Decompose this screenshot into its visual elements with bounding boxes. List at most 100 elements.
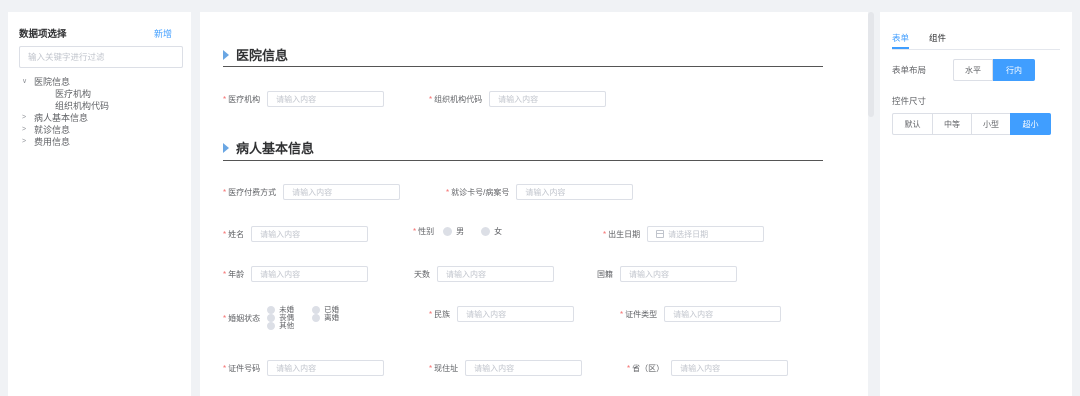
field-label: 省（区） xyxy=(632,363,665,373)
days-input[interactable]: 请输入内容 xyxy=(437,266,554,282)
field-label: 国籍 xyxy=(597,269,613,279)
section-title-hospital: 医院信息 xyxy=(223,45,288,64)
size-mini-button[interactable]: 超小 xyxy=(1010,113,1051,135)
chevron-right-icon: > xyxy=(22,126,27,133)
gender-radio-male[interactable]: 男 xyxy=(443,226,464,237)
tab-form[interactable]: 表单 xyxy=(892,32,910,49)
org-input[interactable]: 请输入内容 xyxy=(267,91,385,107)
field-label: 出生日期 xyxy=(608,229,641,239)
layout-horizontal-button[interactable]: 水平 xyxy=(953,59,993,81)
field-marriage: * 婚姻状态 未婚 已婚 丧偶 离婚 其他 xyxy=(223,306,347,330)
field-label: 证件号码 xyxy=(228,363,261,373)
card-no-input[interactable]: 请输入内容 xyxy=(516,184,634,200)
birth-date-picker[interactable]: 请选择日期 xyxy=(647,226,765,242)
field-label: 年龄 xyxy=(228,269,245,279)
field-province: * 省（区） 请输入内容 xyxy=(627,360,789,376)
field-label: 就诊卡号/病案号 xyxy=(451,187,510,197)
field-card-no: * 就诊卡号/病案号 请输入内容 xyxy=(446,184,634,200)
pay-method-input[interactable]: 请输入内容 xyxy=(283,184,401,200)
filter-input[interactable]: 输入关键字进行过滤 xyxy=(19,46,183,68)
size-default-button[interactable]: 默认 xyxy=(892,113,933,135)
tree-node-patient-info[interactable]: > 病人基本信息 xyxy=(19,112,180,124)
field-age: * 年龄 请输入内容 xyxy=(223,266,369,282)
radio-label: 其他 xyxy=(279,321,295,330)
radio-icon xyxy=(267,306,276,314)
marriage-radio-other[interactable]: 其他 xyxy=(267,322,312,330)
add-button[interactable]: 新增 xyxy=(154,27,172,40)
province-input[interactable]: 请输入内容 xyxy=(671,360,789,376)
size-medium-button[interactable]: 中等 xyxy=(932,113,972,135)
property-tabs: 表单 组件 xyxy=(892,32,1060,50)
radio-icon xyxy=(312,306,321,314)
tree-node-org-code[interactable]: 组织机构代码 xyxy=(19,100,180,112)
section-divider xyxy=(223,160,823,161)
field-ethnic: * 民族 请输入内容 xyxy=(429,306,575,322)
tree-node-fee-info[interactable]: > 费用信息 xyxy=(19,136,180,148)
layout-setting: 表单布局 水平 行内 xyxy=(892,59,1060,81)
panel-title: 数据项选择 xyxy=(19,29,67,40)
field-birth: * 出生日期 请选择日期 xyxy=(603,226,765,242)
field-pay-method: * 医疗付费方式 请输入内容 xyxy=(223,184,401,200)
field-gender: * 性别 男 女 xyxy=(413,226,503,237)
field-label: 婚姻状态 xyxy=(228,313,261,323)
tree-node-org[interactable]: 医疗机构 xyxy=(19,88,180,100)
layout-label: 表单布局 xyxy=(892,65,927,75)
tree-node-label: 费用信息 xyxy=(34,137,71,147)
radio-icon xyxy=(443,227,453,236)
field-label: 民族 xyxy=(434,309,451,319)
age-input[interactable]: 请输入内容 xyxy=(251,266,369,282)
tree-node-label: 医院信息 xyxy=(34,77,71,87)
field-label: 天数 xyxy=(414,269,430,279)
tree-node-label: 病人基本信息 xyxy=(34,113,89,123)
form-scrollbar[interactable] xyxy=(868,12,874,117)
marriage-radio-group: 未婚 已婚 丧偶 离婚 其他 xyxy=(267,306,347,330)
radio-icon xyxy=(312,314,321,322)
id-no-input[interactable]: 请输入内容 xyxy=(267,360,385,376)
radio-label: 女 xyxy=(494,227,503,236)
address-input[interactable]: 请输入内容 xyxy=(465,360,583,376)
data-item-tree: ∨ 医院信息 医疗机构 组织机构代码 > 病人基本信息 > 就诊信息 > 费用信… xyxy=(19,76,180,148)
field-label: 现住址 xyxy=(434,363,459,373)
field-label: 医疗机构 xyxy=(228,94,261,104)
radio-icon xyxy=(481,227,491,236)
name-input[interactable]: 请输入内容 xyxy=(251,226,369,242)
section-title-text: 病人基本信息 xyxy=(236,141,315,156)
field-org-code: * 组织机构代码 请输入内容 xyxy=(429,91,607,107)
id-type-input[interactable]: 请输入内容 xyxy=(664,306,782,322)
marriage-radio-divorced[interactable]: 离婚 xyxy=(312,314,347,322)
layout-inline-button[interactable]: 行内 xyxy=(993,59,1035,81)
field-days: 天数 请输入内容 xyxy=(414,266,554,282)
field-label: 姓名 xyxy=(228,229,245,239)
tree-node-visit-info[interactable]: > 就诊信息 xyxy=(19,124,180,136)
nationality-input[interactable]: 请输入内容 xyxy=(620,266,737,282)
ethnic-input[interactable]: 请输入内容 xyxy=(457,306,575,322)
field-id-type: * 证件类型 请输入内容 xyxy=(620,306,782,322)
tree-node-label: 医疗机构 xyxy=(55,89,92,99)
field-name: * 姓名 请输入内容 xyxy=(223,226,369,242)
calendar-icon xyxy=(656,230,665,238)
form-canvas: 医院信息 * 医疗机构 请输入内容 * 组织机构代码 请输入内容 病人基本信息 * 医… xyxy=(200,12,868,396)
picker-placeholder: 请选择日期 xyxy=(668,229,709,239)
size-label: 控件尺寸 xyxy=(892,96,927,106)
tab-component[interactable]: 组件 xyxy=(929,32,946,49)
section-title-text: 医院信息 xyxy=(236,48,289,63)
radio-label: 离婚 xyxy=(324,313,340,322)
section-marker-icon xyxy=(223,142,229,153)
org-code-input[interactable]: 请输入内容 xyxy=(489,91,607,107)
chevron-right-icon: > xyxy=(22,114,27,121)
chevron-right-icon: > xyxy=(22,138,27,145)
field-label: 性别 xyxy=(418,227,435,236)
data-item-header: 数据项选择 新增 xyxy=(19,26,180,41)
radio-icon xyxy=(267,322,276,330)
field-org: * 医疗机构 请输入内容 xyxy=(223,91,385,107)
tree-node-label: 组织机构代码 xyxy=(55,101,110,111)
gender-radio-female[interactable]: 女 xyxy=(481,226,502,237)
field-nationality: 国籍 请输入内容 xyxy=(597,266,737,282)
size-button-group: 默认 中等 小型 超小 xyxy=(892,113,1060,135)
field-label: 组织机构代码 xyxy=(434,94,483,104)
size-small-button[interactable]: 小型 xyxy=(971,113,1011,135)
tree-node-hospital-info[interactable]: ∨ 医院信息 xyxy=(19,76,180,88)
section-marker-icon xyxy=(223,49,229,60)
radio-icon xyxy=(267,314,276,322)
field-label: 证件类型 xyxy=(625,309,658,319)
